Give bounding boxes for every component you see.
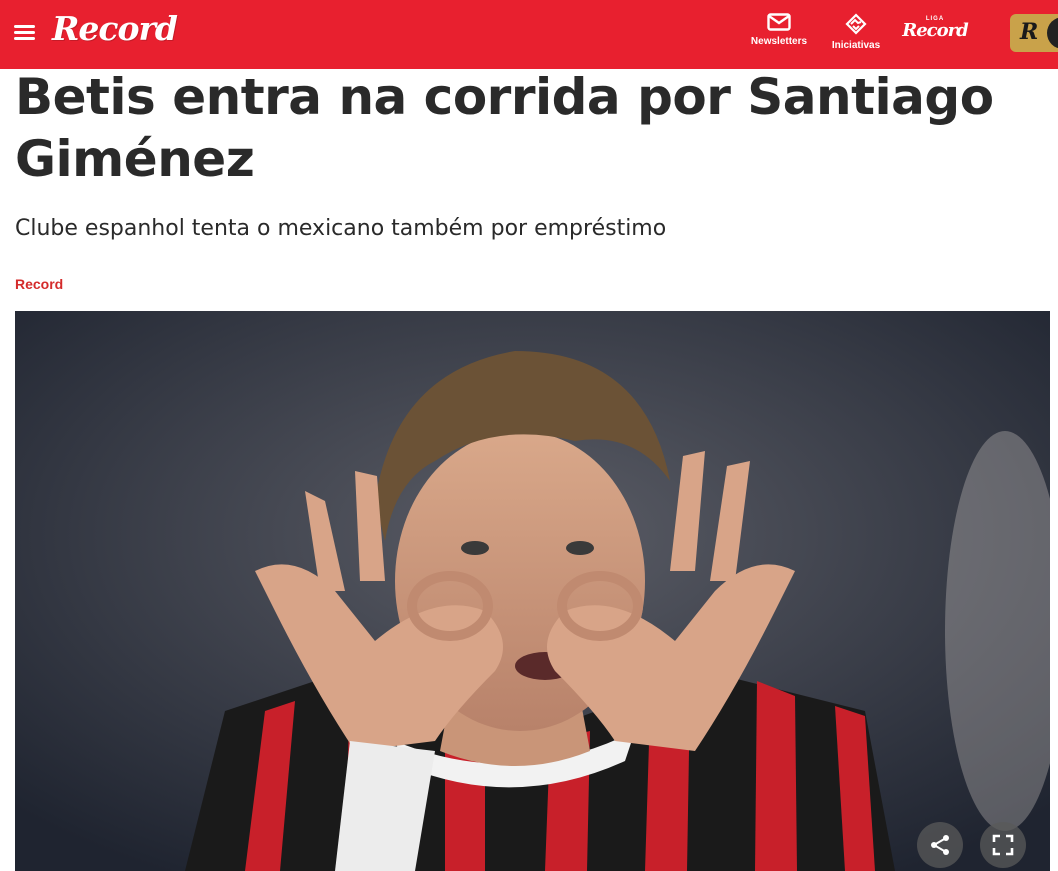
top-navigation-bar: Record Newsletters Iniciativas LIGA Reco… <box>0 0 1058 69</box>
fullscreen-button[interactable] <box>980 822 1026 868</box>
premium-toggle <box>1047 17 1058 49</box>
article-author[interactable]: Record <box>15 276 63 292</box>
share-button[interactable] <box>917 822 963 868</box>
envelope-icon <box>767 13 791 31</box>
iniciativas-label: Iniciativas <box>831 40 881 51</box>
handshake-icon <box>845 13 867 35</box>
iniciativas-link[interactable]: Iniciativas <box>828 13 884 51</box>
record-logo[interactable]: Record <box>52 9 178 48</box>
liga-record-logo[interactable]: LIGA Record <box>900 16 970 52</box>
hamburger-menu-icon[interactable] <box>14 25 36 43</box>
record-r-icon: R <box>1020 19 1039 45</box>
newsletters-link[interactable]: Newsletters <box>748 13 810 47</box>
liga-record-text: Record <box>902 20 968 41</box>
newsletters-label: Newsletters <box>750 36 808 47</box>
player-photo-illustration <box>15 311 1050 871</box>
article-headline: Betis entra na corrida por Santiago Gimé… <box>15 68 994 188</box>
article-photo[interactable] <box>15 311 1050 871</box>
share-icon <box>931 835 949 855</box>
fullscreen-icon <box>992 834 1014 856</box>
article-subtitle: Clube espanhol tenta o mexicano também p… <box>15 216 667 241</box>
record-premium-button[interactable]: R <box>1010 14 1058 52</box>
